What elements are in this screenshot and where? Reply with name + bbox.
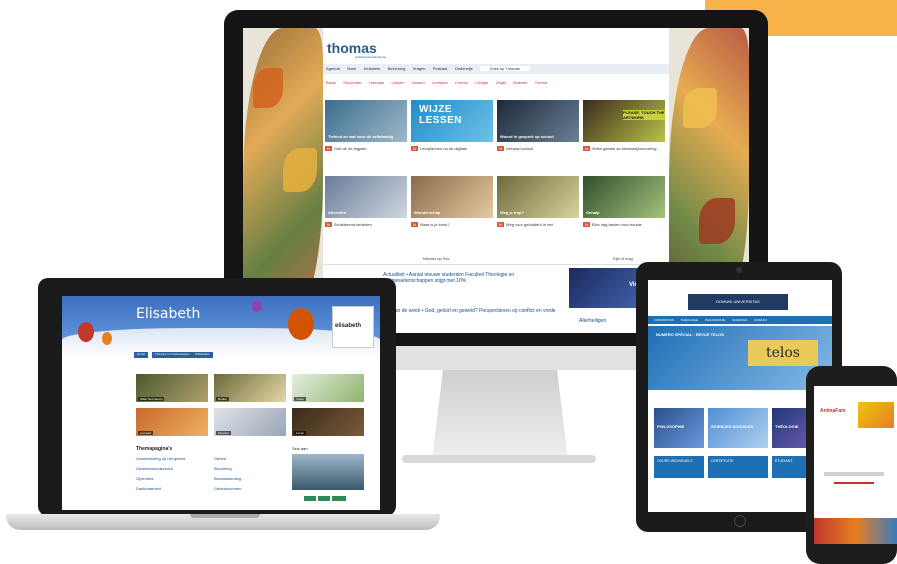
- share-button[interactable]: [332, 496, 346, 501]
- tile-caption[interactable]: N Elke dag traden voor bouwe: [583, 222, 665, 227]
- tile-caption[interactable]: N Schilderend bededen: [325, 222, 407, 227]
- hero-title: Elisabeth: [136, 306, 201, 322]
- nav-item[interactable]: Boek: [347, 66, 356, 71]
- laptop-notch: [190, 514, 260, 518]
- content-thumb[interactable]: Klooster: [214, 408, 286, 436]
- theme-link[interactable]: Dankbaarheid: [136, 486, 161, 491]
- share-button[interactable]: [318, 496, 330, 501]
- subnav-item[interactable]: Thema: [535, 80, 547, 85]
- theme-link[interactable]: Gewetensonderzoek: [136, 466, 173, 471]
- subnav-item[interactable]: Liturgie: [475, 80, 488, 85]
- section-title: Themapagina's: [136, 446, 173, 452]
- thomas-subnav: Basis Secundair Leerplan Lessen Lessen L…: [323, 78, 669, 87]
- side-link[interactable]: Allerheiligen: [579, 318, 606, 324]
- balloon-icon: [102, 332, 112, 345]
- theme-link[interactable]: Bewustwording: [214, 476, 241, 481]
- phone-search-bar[interactable]: [824, 472, 884, 476]
- tablet-menu: FORMATIONS THÉOLOGIE PHILOSOPHIE SCIENCE…: [648, 316, 832, 324]
- tablet-banner[interactable]: NUMÉRO SPÉCIAL : REVUE TELOS telos: [648, 326, 832, 390]
- nav-item[interactable]: Onderwijs: [455, 66, 473, 71]
- sidebar-title: Seiz aan: [292, 446, 308, 451]
- phone-link[interactable]: [834, 482, 874, 484]
- subnav-item[interactable]: Lessen: [412, 80, 425, 85]
- nav-item[interactable]: Podcast: [433, 66, 447, 71]
- tablet-menu-item[interactable]: FORMATIONS: [654, 318, 674, 322]
- camera-icon: [736, 267, 742, 273]
- article-tile[interactable]: Tiefend an wat voor de zelfstandig: [325, 100, 407, 142]
- search-input[interactable]: Zoek op Thomas: [479, 66, 530, 71]
- tablet-menu-item[interactable]: SCIENCES: [732, 318, 747, 322]
- tile-caption[interactable]: N Leerplannen na de digitale: [411, 146, 493, 151]
- info-card[interactable]: COURS INDIVIDUELS: [654, 456, 704, 478]
- domuni-logo[interactable]: DOMUNI UNIVERSITAS: [688, 294, 788, 310]
- thomas-logo-sub: godsdienstonderwijs.be: [355, 55, 387, 59]
- subnav-item[interactable]: Basis: [326, 80, 336, 85]
- news-headline[interactable]: Tijd van de week • God, geloof en geweld…: [383, 308, 563, 314]
- subnav-item[interactable]: Levens: [455, 80, 468, 85]
- tab-themas[interactable]: Thema's en Onderwerpen: [152, 352, 193, 358]
- balloon-icon: [252, 300, 262, 312]
- tablet-menu-item[interactable]: DOMUNI: [754, 318, 766, 322]
- elisabeth-hero: Elisabeth elisabeth: [62, 296, 380, 358]
- article-tile[interactable]: PLEASE. TOUCH THE ARTWORK: [583, 100, 665, 142]
- theme-link[interactable]: Gebedsvormen: [214, 486, 241, 491]
- category-tile[interactable]: SCIENCES SOCIALES: [708, 408, 768, 448]
- elisabeth-logo[interactable]: elisabeth: [332, 306, 374, 348]
- phone-hero-image[interactable]: [858, 402, 894, 428]
- subnav-item[interactable]: Brabant: [513, 80, 527, 85]
- article-tile[interactable]: Woord in gesprek op school: [497, 100, 579, 142]
- article-tile[interactable]: Weg je trap?: [497, 176, 579, 218]
- content-thumb[interactable]: Leerpad: [136, 408, 208, 436]
- laptop-screen: Elisabeth elisabeth Home Thema's en Onde…: [62, 296, 380, 510]
- theme-link[interactable]: Voorbereiding op het gebed: [136, 456, 185, 461]
- home-button-icon[interactable]: [734, 515, 746, 527]
- tab-home[interactable]: Home: [134, 352, 149, 358]
- tile-caption[interactable]: N Leerpad school: [497, 146, 579, 151]
- category-tile[interactable]: PHILOSOPHIE: [654, 408, 704, 448]
- subnav-item[interactable]: Leerplan: [432, 80, 448, 85]
- balloon-icon: [288, 308, 314, 340]
- tile-caption[interactable]: N Waar is je kruis?: [411, 222, 493, 227]
- content-thumb[interactable]: Vrede: [292, 374, 364, 402]
- phone-logo[interactable]: AnimaFam: [820, 408, 846, 414]
- thomas-logo[interactable]: thomas: [327, 40, 377, 56]
- nav-item[interactable]: Vragen: [413, 66, 426, 71]
- article-tile[interactable]: Gehalp: [583, 176, 665, 218]
- theme-link[interactable]: Gebed: [214, 456, 226, 461]
- section-link[interactable]: Nieuws op Ssv: [423, 256, 449, 261]
- tablet-menu-item[interactable]: PHILOSOPHIE: [705, 318, 725, 322]
- article-tile[interactable]: Alterialen: [325, 176, 407, 218]
- theme-link[interactable]: Openheid: [136, 476, 153, 481]
- article-tile[interactable]: WIJZE LESSEN: [411, 100, 493, 142]
- imac-stand: [432, 370, 568, 460]
- tile-caption[interactable]: N Video games as bewustzijnsvorming: [583, 146, 665, 151]
- tile-caption[interactable]: N Weg voor gebuiderd in het: [497, 222, 579, 227]
- subnav-item[interactable]: Leerplan: [369, 80, 385, 85]
- info-card[interactable]: CERTIFICATE: [708, 456, 768, 478]
- tablet-menu-item[interactable]: THÉOLOGIE: [681, 318, 699, 322]
- subnav-item[interactable]: Zegel: [496, 80, 506, 85]
- balloon-icon: [78, 322, 94, 342]
- nav-item[interactable]: Kerkwerk: [364, 66, 381, 71]
- content-thumb[interactable]: Waar God woont: [136, 374, 208, 402]
- content-thumb[interactable]: Reden: [214, 374, 286, 402]
- tile-caption[interactable]: N Gott de de legplan: [325, 146, 407, 151]
- theme-link[interactable]: Bezinning: [214, 466, 232, 471]
- sidebar-image[interactable]: [292, 454, 364, 490]
- share-button[interactable]: [304, 496, 316, 501]
- subnav-item[interactable]: Secundair: [343, 80, 361, 85]
- nav-item[interactable]: Bezinning: [388, 66, 406, 71]
- section-link[interactable]: Kijk of mag: [613, 256, 633, 261]
- subnav-item[interactable]: Lessen: [392, 80, 405, 85]
- content-thumb[interactable]: Leven: [292, 408, 364, 436]
- phone-footer-banner[interactable]: [814, 518, 897, 544]
- nav-item[interactable]: Agenda: [326, 66, 340, 71]
- imac-base: [402, 455, 596, 463]
- tablet-screen: DOMUNI UNIVERSITAS FORMATIONS THÉOLOGIE …: [648, 280, 832, 512]
- article-tile[interactable]: Wonderschap: [411, 176, 493, 218]
- thomas-navbar: Agenda Boek Kerkwerk Bezinning Vragen Po…: [323, 64, 669, 74]
- news-headline[interactable]: Actualiteit • Aantal nieuwe studenten Fa…: [383, 272, 563, 284]
- tab-publicaties[interactable]: Publicaties: [192, 352, 213, 358]
- phone-screen: AnimaFam: [814, 386, 897, 544]
